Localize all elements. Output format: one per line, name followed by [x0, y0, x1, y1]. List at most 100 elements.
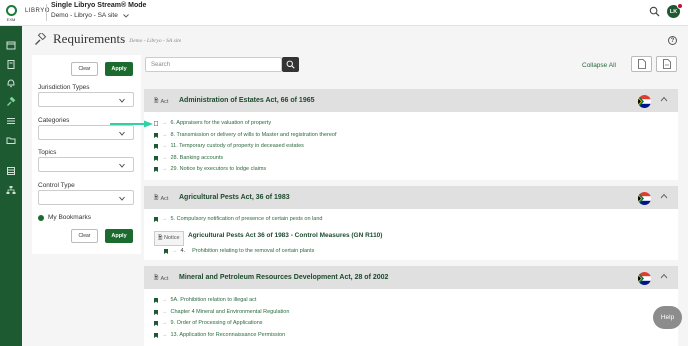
- document-icon: 🗎: [154, 275, 159, 281]
- arrow-icon: →: [162, 155, 168, 161]
- site-name: Demo - Libryo - SA site: [51, 12, 118, 19]
- clipboard-icon[interactable]: [6, 59, 16, 69]
- topics-select[interactable]: [38, 157, 134, 172]
- help-button[interactable]: Help: [653, 306, 682, 329]
- mode-title: Single Libryo Stream® Mode: [51, 2, 147, 9]
- filter-panel: Clear Apply Jurisdiction Types Categorie…: [32, 55, 141, 254]
- search-input[interactable]: Search: [145, 57, 282, 72]
- act-card: 🗎 Act Mineral and Petroleum Resources Dev…: [144, 266, 678, 346]
- act-header[interactable]: 🗎 Act Mineral and Petroleum Resources Dev…: [144, 266, 678, 289]
- left-nav: [0, 26, 22, 346]
- page-header: Requirements Demo - Libryo - SA site: [34, 31, 181, 47]
- xls-file-icon: [662, 59, 671, 69]
- requirement-item[interactable]: → Chapter 4 Mineral and Environmental Reg…: [154, 309, 289, 315]
- apply-button-bottom[interactable]: Apply: [105, 229, 133, 243]
- arrow-icon: →: [162, 120, 168, 126]
- requirement-item[interactable]: → 4. Prohibition relating to the removal o…: [164, 248, 314, 254]
- notice-title[interactable]: Agricultural Pests Act 36 of 1983 - Cont…: [188, 232, 382, 239]
- my-bookmarks-label: My Bookmarks: [48, 214, 91, 221]
- bookmark-icon: [164, 248, 168, 254]
- requirement-item[interactable]: → 29. Notice by executors to lodge claims: [154, 166, 266, 172]
- bookmark-icon: [154, 166, 158, 172]
- search-icon[interactable]: [649, 6, 660, 17]
- help-icon[interactable]: ?: [668, 36, 677, 45]
- notice-tag: 🗎 Notice: [154, 231, 184, 246]
- jurisdiction-select[interactable]: [38, 92, 134, 107]
- checklist-icon[interactable]: [6, 116, 16, 126]
- bookmark-icon: [154, 143, 158, 149]
- calendar-icon[interactable]: [6, 40, 16, 50]
- bookmark-icon: [154, 332, 158, 338]
- act-title[interactable]: Administration of Estates Act, 66 of 196…: [179, 97, 315, 104]
- logo-mark-icon: [5, 4, 17, 16]
- requirement-item[interactable]: → 13. Application for Reconnaissance Perm…: [154, 332, 285, 338]
- requirement-item[interactable]: → 6. Appraisers for the valuation of prop…: [154, 120, 271, 126]
- requirement-item[interactable]: → 5. Compulsory notification of presence …: [154, 216, 322, 222]
- bookmark-outline-icon: [154, 120, 158, 126]
- act-header[interactable]: 🗎 Act Administration of Estates Act, 66 o…: [144, 89, 678, 112]
- clear-button[interactable]: Clear: [71, 62, 98, 76]
- requirement-item[interactable]: → 8. Transmission or delivery of wills to…: [154, 132, 337, 138]
- clear-button-bottom[interactable]: Clear: [71, 229, 98, 243]
- arrow-icon: →: [162, 216, 168, 222]
- page-breadcrumb: Demo - Libryo - SA site: [129, 37, 182, 44]
- arrow-icon: →: [162, 132, 168, 138]
- folder-icon[interactable]: [6, 135, 16, 145]
- act-card: 🗎 Act Administration of Estates Act, 66 o…: [144, 89, 678, 180]
- libryo-logo[interactable]: EXM: [0, 0, 22, 26]
- act-title[interactable]: Mineral and Petroleum Resources Developm…: [179, 274, 388, 281]
- south-africa-flag-icon: [638, 95, 651, 108]
- chevron-down-icon: [119, 196, 125, 201]
- page-title: Requirements: [53, 31, 126, 46]
- bookmark-icon: [154, 320, 158, 326]
- gavel-icon: [35, 32, 47, 45]
- control-type-select[interactable]: [38, 190, 134, 205]
- chevron-up-icon[interactable]: [660, 193, 668, 199]
- chevron-up-icon[interactable]: [660, 273, 668, 279]
- export-pdf-button[interactable]: [631, 56, 652, 72]
- bell-icon[interactable]: [6, 78, 16, 88]
- arrow-icon: →: [162, 297, 168, 303]
- act-header[interactable]: 🗎 Act Agricultural Pests Act, 36 of 1983: [144, 186, 678, 209]
- arrow-icon: →: [162, 320, 168, 326]
- chevron-down-icon: [123, 13, 129, 18]
- act-card: 🗎 Act Agricultural Pests Act, 36 of 1983 …: [144, 186, 678, 260]
- act-tag: 🗎 Act: [154, 275, 169, 282]
- chevron-down-icon: [119, 131, 125, 136]
- chevron-down-icon: [119, 163, 125, 168]
- arrow-icon: →: [162, 332, 168, 338]
- bookmark-icon: [154, 309, 158, 315]
- site-selector[interactable]: Demo - Libryo - SA site: [51, 12, 129, 19]
- my-bookmarks-toggle[interactable]: My Bookmarks: [38, 214, 91, 221]
- collapse-all-link[interactable]: Collapse All: [582, 62, 616, 69]
- arrow-icon: →: [162, 143, 168, 149]
- search-icon: [286, 60, 295, 69]
- jurisdiction-label: Jurisdiction Types: [38, 84, 90, 91]
- arrow-icon: →: [172, 248, 178, 254]
- chevron-down-icon: [119, 98, 125, 103]
- gavel-icon[interactable]: [6, 97, 16, 107]
- requirement-item[interactable]: → 9. Order of Processing of Applications: [154, 320, 263, 326]
- hierarchy-icon[interactable]: [6, 185, 16, 195]
- arrow-icon: →: [162, 166, 168, 172]
- bookmark-icon: [154, 132, 158, 138]
- act-tag: 🗎 Act: [154, 195, 169, 202]
- pointer-arrow-icon: [110, 120, 153, 128]
- act-title[interactable]: Agricultural Pests Act, 36 of 1983: [179, 194, 290, 201]
- checkbox-checked-icon: [38, 214, 44, 221]
- requirement-item[interactable]: → 28. Banking accounts: [154, 155, 223, 161]
- bookmark-icon: [154, 297, 158, 303]
- table-icon[interactable]: [6, 166, 16, 176]
- brand-divider: [46, 4, 47, 21]
- bookmark-icon: [154, 155, 158, 161]
- bookmark-icon: [154, 216, 158, 222]
- search-button[interactable]: [282, 57, 299, 72]
- requirement-item[interactable]: → 5A. Prohibition relation to illegal act: [154, 297, 256, 303]
- export-xls-button[interactable]: [656, 56, 677, 72]
- requirement-item[interactable]: → 11. Temporary custody of property in de…: [154, 143, 304, 149]
- south-africa-flag-icon: [638, 272, 651, 285]
- language-flag-icon: [677, 3, 683, 9]
- categories-label: Categories: [38, 117, 70, 124]
- chevron-up-icon[interactable]: [660, 96, 668, 102]
- apply-button[interactable]: Apply: [105, 62, 133, 76]
